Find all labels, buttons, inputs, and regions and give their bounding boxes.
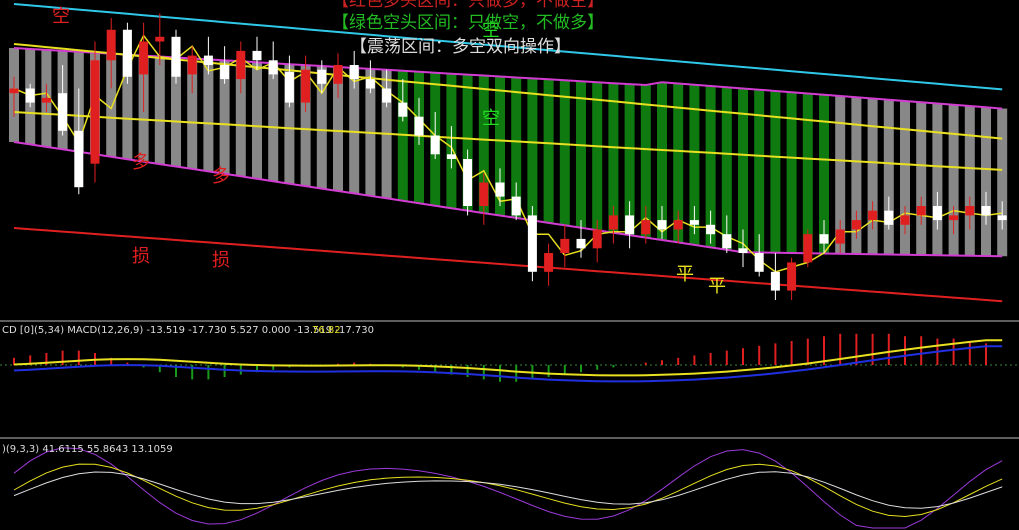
candle-body xyxy=(382,88,392,103)
signal-marker: 空 xyxy=(482,108,500,129)
candle-body xyxy=(851,220,861,230)
signal-marker: 平 xyxy=(708,276,726,297)
candle-body xyxy=(463,159,473,206)
signal-marker: 平 xyxy=(676,264,694,285)
candle-body xyxy=(349,65,359,80)
trend-band-bar xyxy=(527,78,538,221)
candle-body xyxy=(220,65,230,80)
candle-body xyxy=(155,36,165,42)
candle-body xyxy=(900,215,910,225)
candle-body xyxy=(997,215,1007,221)
candle-body xyxy=(187,55,197,75)
trend-band-bar xyxy=(592,82,603,231)
candle-body xyxy=(430,135,440,155)
trend-band-bar xyxy=(883,99,894,255)
banner-gray: 【震荡区间：多空双向操作】 xyxy=(350,37,571,57)
candle-body xyxy=(284,72,294,103)
trend-band-bar xyxy=(770,90,781,253)
candle-body xyxy=(868,210,878,221)
candle-body xyxy=(544,253,554,272)
candle-body xyxy=(884,210,894,225)
candle-body xyxy=(333,65,343,84)
candle-body xyxy=(58,93,68,131)
banner-green: 【绿色空头区间：只做空，不做多】 xyxy=(332,13,604,33)
candle-body xyxy=(74,130,84,188)
trend-band-bar xyxy=(916,102,927,255)
signal-marker: 多 xyxy=(212,166,230,187)
candle-body xyxy=(446,154,456,159)
candle-body xyxy=(706,224,716,235)
candle-body xyxy=(365,79,375,89)
trend-band-bar xyxy=(576,81,586,228)
candle-body xyxy=(268,60,278,75)
candle-body xyxy=(41,97,51,103)
signal-marker: 空 xyxy=(52,6,70,27)
candle-body xyxy=(689,220,699,225)
candle-body xyxy=(722,234,732,249)
candle-body xyxy=(835,229,845,244)
candle-body xyxy=(495,182,505,197)
trend-band-bar xyxy=(997,108,1008,257)
candle-body xyxy=(252,50,262,61)
trend-band-bar xyxy=(154,56,165,165)
candle-body xyxy=(414,116,424,136)
trend-band-bar xyxy=(203,59,214,172)
kdj-header: )(9,3,3) 41.6115 55.8643 13.1059 xyxy=(2,444,173,455)
trend-band-bar xyxy=(786,92,797,254)
candle-body xyxy=(932,206,942,221)
candle-body xyxy=(398,102,408,117)
candle-body xyxy=(641,220,651,235)
trend-band-bar xyxy=(543,79,554,223)
candle-body xyxy=(25,88,35,103)
trend-band-bar xyxy=(252,62,262,179)
macd-extra: 76.82 xyxy=(312,325,341,336)
candle-body xyxy=(479,182,489,206)
candle-body xyxy=(916,206,926,216)
candle-body xyxy=(625,215,635,235)
candle-body xyxy=(106,29,116,61)
candle-body xyxy=(657,220,667,230)
trend-band-bar xyxy=(802,93,813,254)
banner-red: 【红色多头区间：只做多，不做空】 xyxy=(332,0,604,11)
trend-band-bar xyxy=(981,107,991,256)
candle-body xyxy=(317,69,327,84)
candle-body xyxy=(803,234,813,263)
candle-body xyxy=(122,29,132,77)
candle-body xyxy=(608,215,618,230)
trend-band-bar xyxy=(268,63,279,182)
candle-body xyxy=(171,36,181,77)
candle-body xyxy=(139,41,149,75)
candle-body xyxy=(301,69,311,103)
trend-band-bar xyxy=(932,103,943,256)
candle-body xyxy=(9,88,19,94)
candle-body xyxy=(738,248,748,253)
candle-body xyxy=(203,55,213,65)
candle-body xyxy=(819,234,829,244)
candle-body xyxy=(965,206,975,216)
candle-body xyxy=(576,238,586,249)
trend-band-bar xyxy=(559,80,570,226)
signal-marker: 损 xyxy=(132,246,150,267)
candle-body xyxy=(949,215,959,221)
candle-body xyxy=(511,196,521,216)
candle-body xyxy=(754,253,764,272)
candle-body xyxy=(527,215,537,272)
trend-band-bar xyxy=(964,106,975,256)
candle-body xyxy=(981,206,991,216)
trend-band-bar xyxy=(867,98,878,255)
candle-body xyxy=(787,262,797,291)
candle-body xyxy=(592,229,602,249)
stock-chart: 空空空多多损 损平平 【红色多头区间：只做多，不做空】 【绿色空头区间：只做空，不… xyxy=(0,0,1019,530)
candle-body xyxy=(236,50,246,80)
candle-body xyxy=(560,238,570,253)
signal-marker: 损 xyxy=(212,250,230,271)
candle-body xyxy=(673,220,683,230)
candle-body xyxy=(90,60,100,164)
candle-body xyxy=(770,271,780,291)
signal-marker: 多 xyxy=(132,152,150,173)
